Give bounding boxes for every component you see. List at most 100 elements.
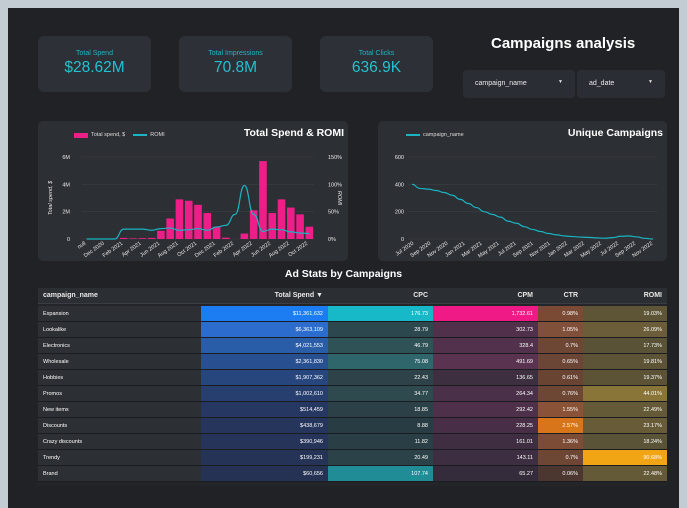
x-tick-label: Feb 2021 xyxy=(102,241,124,259)
table-cell: 0.7% xyxy=(538,338,583,353)
column-header[interactable]: ROMI xyxy=(583,288,667,303)
table-cell: Trendy xyxy=(38,450,201,465)
page-title: Campaigns analysis xyxy=(491,35,636,52)
table-cell: 292.42 xyxy=(433,402,538,417)
table-cell: $60,656 xyxy=(201,466,328,481)
table-cell: 1.36% xyxy=(538,434,583,449)
x-tick-label: Apr 2021 xyxy=(121,241,143,259)
spend-bar xyxy=(119,237,128,239)
ad-date-filter[interactable]: ad_date ▼ xyxy=(577,70,665,98)
table-cell: 8.88 xyxy=(328,418,433,433)
spend-bar xyxy=(240,233,249,239)
spend-bar xyxy=(175,199,184,239)
table-cell: 0.76% xyxy=(538,386,583,401)
table-cell: 0.98% xyxy=(538,306,583,321)
x-tick-label: Aug 2022 xyxy=(268,241,291,259)
table-cell: 107.74 xyxy=(328,466,433,481)
table-cell: Crazy discounts xyxy=(38,434,201,449)
table-row[interactable]: New items $514,459 18.85 292.42 1.55% 22.49% xyxy=(38,402,667,418)
spend-bar xyxy=(296,214,304,239)
table-cell: 2.57% xyxy=(538,418,583,433)
spend-romi-chart-svg: 6M 4M 2M 0 150% 100% 50% 0% Total spend, $ ROMI nu… xyxy=(48,155,342,259)
spend-bar xyxy=(194,204,202,239)
table-row[interactable]: Discounts $438,679 8.88 228.25 2.57% 23.17% xyxy=(38,418,667,434)
spend-bar xyxy=(157,230,165,239)
column-header[interactable]: CTR xyxy=(538,288,583,303)
table-title: Ad Stats by Campaigns xyxy=(284,268,403,280)
table-cell: 65.27 xyxy=(433,466,538,481)
table-cell: $390,946 xyxy=(201,434,328,449)
table-cell: 19.37% xyxy=(583,370,667,385)
table-cell: $438,679 xyxy=(201,418,328,433)
table-cell: 0.7% xyxy=(538,450,583,465)
filter-label: campaign_name xyxy=(475,80,527,87)
kpi-label: Total Spend xyxy=(76,50,113,57)
table-row[interactable]: Lookalike $6,363,109 28.79 302.73 1.05% 26.09… xyxy=(38,322,667,338)
spend-bar xyxy=(277,199,286,239)
kpi-label: Total Impressions xyxy=(208,50,263,57)
spend-bar xyxy=(138,238,147,239)
spend-bar xyxy=(184,200,193,239)
y-tick-label: 6M xyxy=(62,155,70,161)
table-cell: $1,002,610 xyxy=(201,386,328,401)
table-cell: 75.08 xyxy=(328,354,433,369)
campaign-name-filter[interactable]: campaign_name ▼ xyxy=(463,70,575,98)
table-cell: 302.73 xyxy=(433,322,538,337)
table-row[interactable]: Hobbies $1,907,362 22.43 136.65 0.61% 19.37% xyxy=(38,370,667,386)
table-cell: 11.82 xyxy=(328,434,433,449)
table-row[interactable]: Wholesale $2,361,830 75.08 491.69 0.65% 19.81… xyxy=(38,354,667,370)
sort-column-header[interactable]: Total Spend ▼ xyxy=(201,288,328,303)
table-cell: 46.79 xyxy=(328,338,433,353)
table-cell: 1.05% xyxy=(538,322,583,337)
table-cell: $11,361,632 xyxy=(201,306,328,321)
table-cell: 22.48% xyxy=(583,466,667,481)
column-header[interactable]: CPC xyxy=(328,288,433,303)
table-cell: 0.65% xyxy=(538,354,583,369)
table-cell: Promos xyxy=(38,386,201,401)
table-cell: 19.81% xyxy=(583,354,667,369)
column-header[interactable]: campaign_name xyxy=(38,288,201,303)
table-row[interactable]: Trendy $199,231 20.49 143.11 0.7% 90.68% xyxy=(38,450,667,466)
table-row[interactable]: Crazy discounts $390,946 11.82 161.01 1.36% 1… xyxy=(38,434,667,450)
table-cell: 90.68% xyxy=(583,450,667,465)
column-header[interactable]: CPM xyxy=(433,288,538,303)
table-row[interactable]: Brand $60,656 107.74 65.27 0.06% 22.48% xyxy=(38,466,667,482)
kpi-total-impressions: Total Impressions 70.8M xyxy=(179,36,292,92)
y-tick-label: 0 xyxy=(401,237,404,243)
table-cell: Lookalike xyxy=(38,322,201,337)
table-cell: 143.11 xyxy=(433,450,538,465)
y2-tick-label: 50% xyxy=(328,210,339,216)
spend-bar xyxy=(212,226,221,239)
y-tick-label: 0 xyxy=(67,237,70,243)
spend-bar xyxy=(129,238,137,239)
table-cell: Hobbies xyxy=(38,370,201,385)
table-row[interactable]: Expansion $11,361,632 176.73 1,732.61 0.98% 1… xyxy=(38,306,667,322)
y-tick-label: 200 xyxy=(395,210,404,216)
table-row[interactable]: Electronics $4,021,553 46.79 328.4 0.7% 17.73… xyxy=(38,338,667,354)
table-cell: 26.09% xyxy=(583,322,667,337)
table-cell: 20.49 xyxy=(328,450,433,465)
dashboard: Total Spend $28.62M Total Impressions 70… xyxy=(8,8,679,508)
spend-romi-chart: Total spend, $ ROMI Total Spend & ROMI 6… xyxy=(38,121,348,261)
table-cell: Wholesale xyxy=(38,354,201,369)
x-tick-label: null xyxy=(77,241,87,251)
table-cell: 0.61% xyxy=(538,370,583,385)
spend-bar xyxy=(268,213,277,239)
unique-campaigns-chart-svg: 6004002000Jul 2020Sep 2020Nov 2020Jan 20… xyxy=(395,155,657,259)
table-cell: 136.65 xyxy=(433,370,538,385)
kpi-total-clicks: Total Clicks 636.9K xyxy=(320,36,433,92)
table-cell: 44.01% xyxy=(583,386,667,401)
table-cell: 34.77 xyxy=(328,386,433,401)
y2-tick-label: 150% xyxy=(328,155,342,161)
table-row[interactable]: Promos $1,002,610 34.77 264.34 0.76% 44.01% xyxy=(38,386,667,402)
kpi-value: 70.8M xyxy=(213,59,258,76)
kpi-value: 636.9K xyxy=(351,59,402,76)
y-axis-label: Total spend, $ xyxy=(48,180,54,215)
table-cell: 17.73% xyxy=(583,338,667,353)
y-tick-label: 400 xyxy=(395,182,404,188)
table-cell: $1,907,362 xyxy=(201,370,328,385)
table-cell: 491.69 xyxy=(433,354,538,369)
table-cell: 0.06% xyxy=(538,466,583,481)
table-cell: 18.85 xyxy=(328,402,433,417)
table-cell: 176.73 xyxy=(328,306,433,321)
